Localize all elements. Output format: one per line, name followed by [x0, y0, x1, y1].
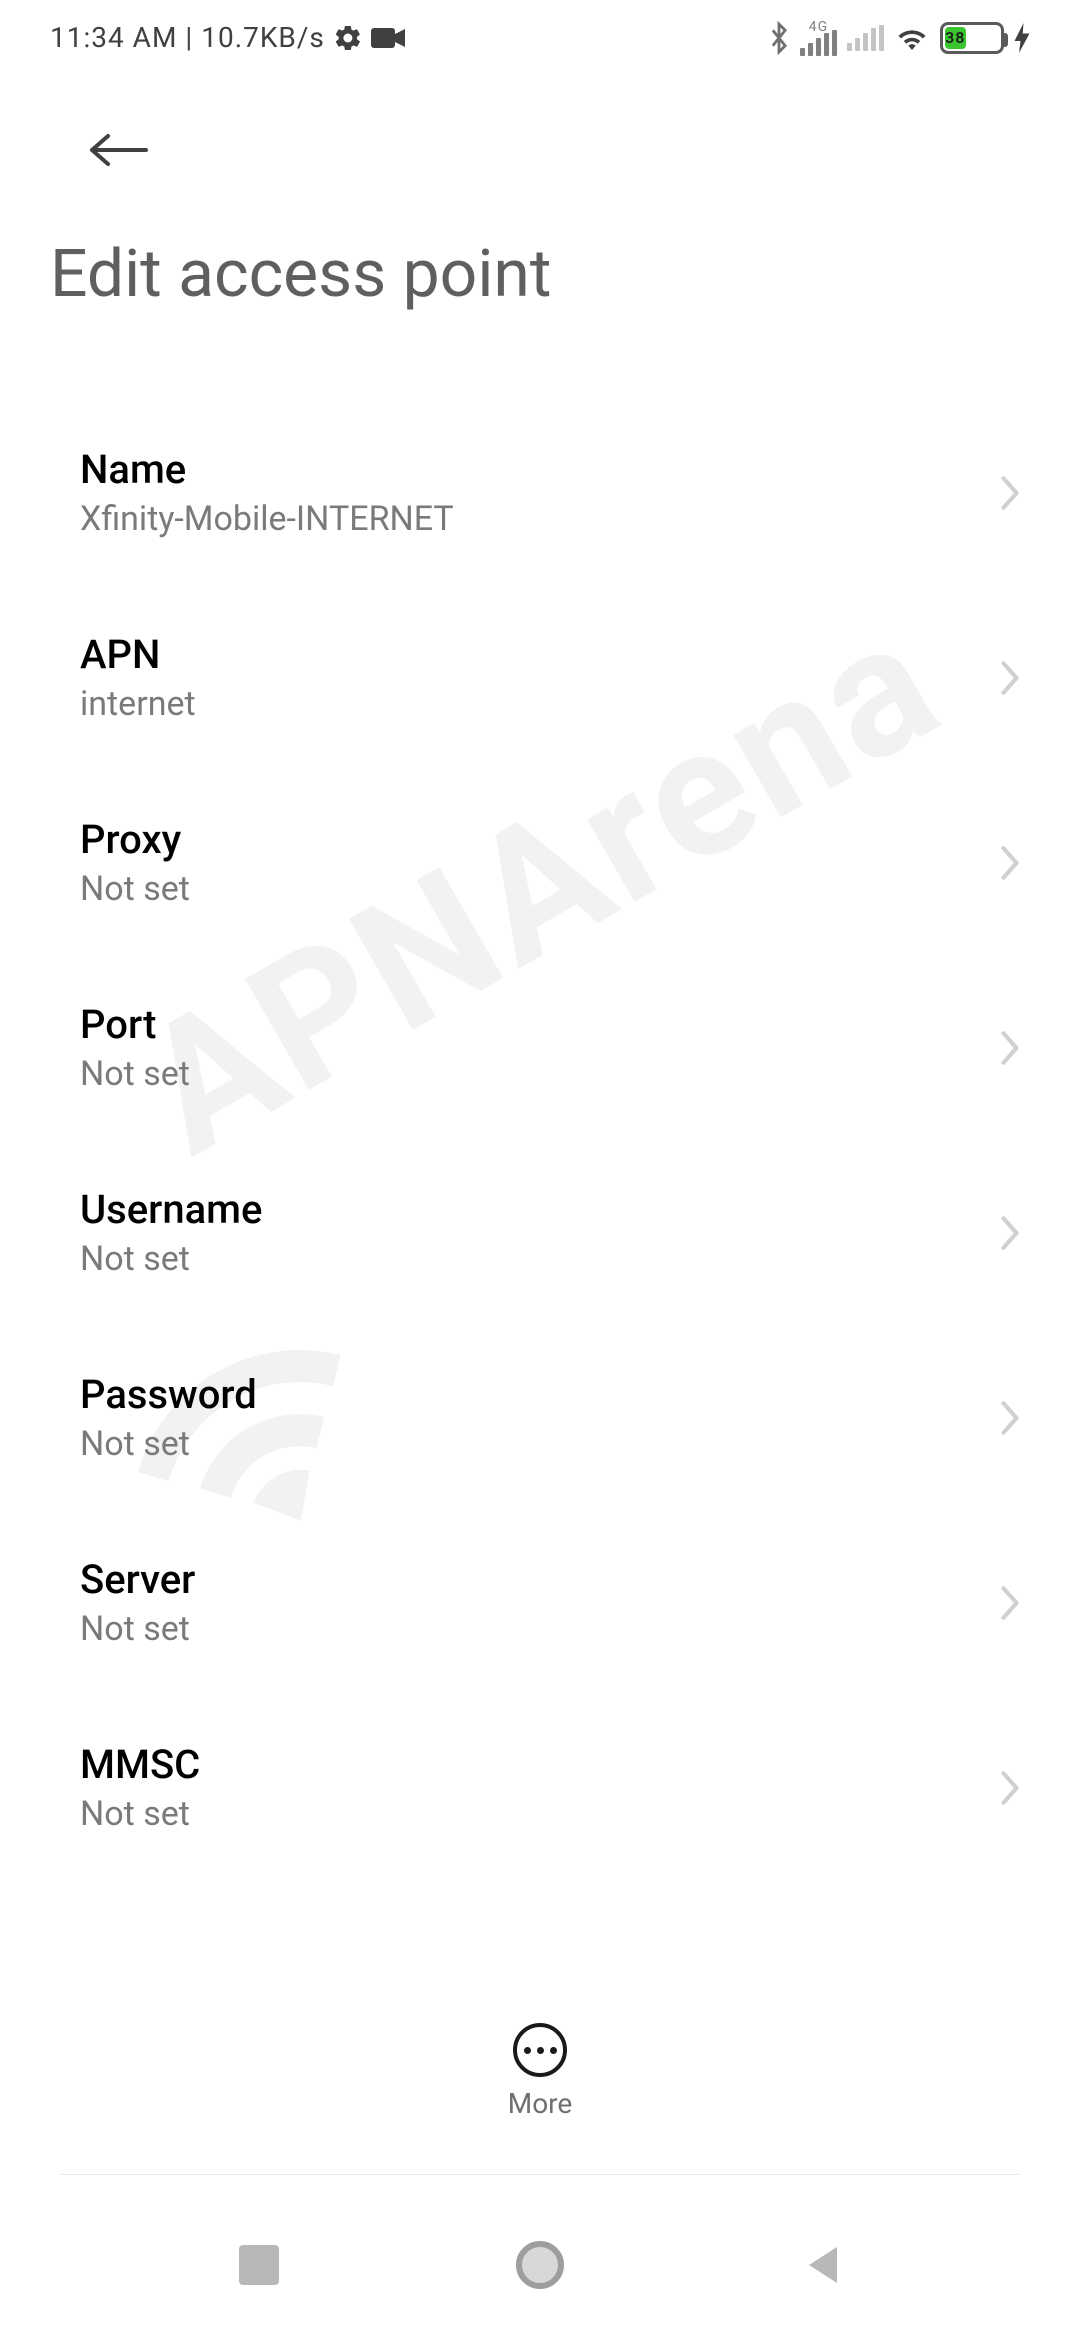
status-left: 11:34 AM | 10.7KB/s: [50, 21, 405, 54]
row-value: Not set: [80, 1239, 262, 1279]
row-label: MMSC: [80, 1741, 200, 1788]
battery-percent-label: 38: [945, 27, 966, 49]
chevron-right-icon: [1000, 1215, 1020, 1251]
chevron-right-icon: [1000, 1585, 1020, 1621]
row-label: APN: [80, 631, 196, 678]
row-password[interactable]: Password Not set: [0, 1325, 1080, 1510]
more-button[interactable]: More: [0, 2023, 1080, 2120]
nav-recents-button[interactable]: [239, 2245, 279, 2285]
settings-list: Name Xfinity-Mobile-INTERNET APN interne…: [0, 400, 1080, 1890]
battery-icon: 38: [940, 22, 1004, 54]
navigation-bar: [0, 2190, 1080, 2340]
row-proxy[interactable]: Proxy Not set: [0, 770, 1080, 955]
row-label: Port: [80, 1001, 190, 1048]
signal-bars-faded-icon: [847, 25, 884, 51]
signal-bars-icon: [800, 30, 837, 56]
chevron-right-icon: [1000, 660, 1020, 696]
row-value: Not set: [80, 869, 190, 909]
nav-home-button[interactable]: [516, 2241, 564, 2289]
row-value: Not set: [80, 1609, 195, 1649]
status-speed: 10.7KB/s: [201, 21, 325, 54]
chevron-right-icon: [1000, 1400, 1020, 1436]
chevron-right-icon: [1000, 475, 1020, 511]
row-label: Server: [80, 1556, 195, 1603]
status-right: 4G 38: [768, 20, 1030, 56]
more-label: More: [508, 2087, 573, 2120]
more-icon: [513, 2023, 567, 2077]
row-label: Username: [80, 1186, 262, 1233]
status-bar: 11:34 AM | 10.7KB/s 4G: [0, 0, 1080, 75]
row-label: Name: [80, 446, 454, 493]
nav-back-button[interactable]: [801, 2243, 841, 2287]
row-value: Not set: [80, 1424, 257, 1464]
status-sep: |: [185, 21, 193, 54]
row-label: Password: [80, 1371, 257, 1418]
charging-icon: [1014, 23, 1030, 53]
bluetooth-icon: [768, 21, 790, 55]
row-value: Not set: [80, 1054, 190, 1094]
page-title: Edit access point: [50, 236, 1030, 313]
chevron-right-icon: [1000, 1770, 1020, 1806]
signal-sim1: 4G: [800, 20, 837, 56]
chevron-right-icon: [1000, 1030, 1020, 1066]
row-value: Xfinity-Mobile-INTERNET: [80, 499, 454, 539]
row-server[interactable]: Server Not set: [0, 1510, 1080, 1695]
row-apn[interactable]: APN internet: [0, 585, 1080, 770]
row-mms-proxy[interactable]: MMS proxy Not set: [0, 1880, 1080, 1890]
row-value: Not set: [80, 1794, 200, 1834]
row-value: internet: [80, 684, 196, 724]
chevron-right-icon: [1000, 845, 1020, 881]
bottom-divider: [60, 2174, 1020, 2175]
header: Edit access point: [0, 110, 1080, 313]
gear-icon: [333, 23, 363, 53]
status-time: 11:34 AM: [50, 21, 177, 54]
back-button[interactable]: [56, 110, 180, 190]
row-username[interactable]: Username Not set: [0, 1140, 1080, 1325]
row-port[interactable]: Port Not set: [0, 955, 1080, 1140]
row-label: Proxy: [80, 816, 190, 863]
camera-icon: [371, 26, 405, 50]
row-name[interactable]: Name Xfinity-Mobile-INTERNET: [0, 400, 1080, 585]
row-mmsc[interactable]: MMSC Not set: [0, 1695, 1080, 1880]
signal-sim2: [847, 25, 884, 51]
wifi-icon: [894, 23, 930, 53]
